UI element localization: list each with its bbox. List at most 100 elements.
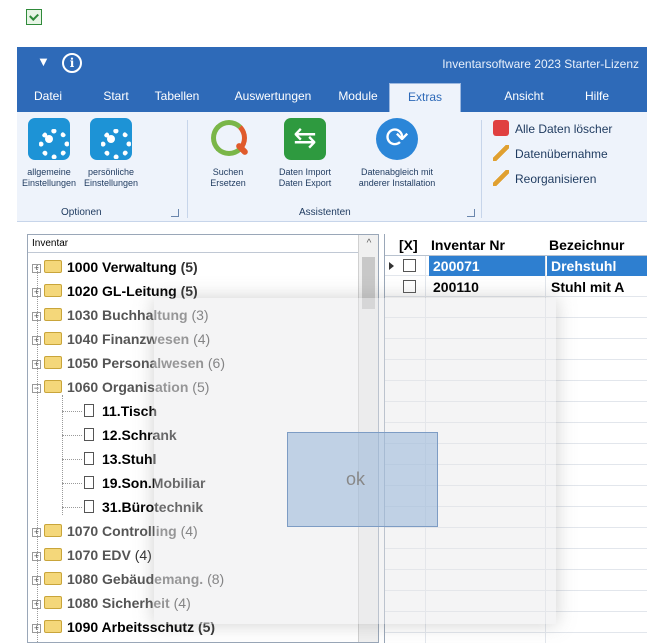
button-label: Suchen	[212, 167, 244, 177]
dropdown-arrow-icon[interactable]: ▼	[37, 54, 50, 69]
tree-item-stuhl[interactable]: 13.Stuhl	[84, 447, 156, 471]
button-label: persönliche	[87, 167, 135, 177]
window-titlebar	[0, 0, 647, 46]
grid-header: [X] Inventar Nr Bezeichnur	[385, 234, 647, 256]
folder-icon	[44, 284, 62, 297]
menu-bar: Datei Start Tabellen Auswertungen Module…	[17, 80, 647, 112]
folder-icon	[44, 332, 62, 345]
folder-icon	[44, 548, 62, 561]
quick-access-bar: ▼ i Inventarsoftware 2023 Starter-Lizenz	[17, 47, 647, 80]
personal-settings-button[interactable]: persönliche Einstellungen	[79, 118, 143, 189]
gear-icon	[28, 118, 70, 160]
expand-icon[interactable]: +	[32, 576, 41, 585]
general-settings-button[interactable]: allgemeine Einstellungen	[17, 118, 81, 189]
cell-bezeichnung[interactable]: Drehstuhl	[547, 256, 647, 276]
expand-icon[interactable]: +	[32, 528, 41, 537]
data-import-export-button[interactable]: Daten Import Daten Export	[267, 118, 343, 189]
tree-header[interactable]: Inventar	[28, 235, 358, 253]
cell-bezeichnung[interactable]: Stuhl mit A	[547, 277, 647, 297]
group-label-optionen: Optionen	[61, 207, 102, 218]
data-takeover-button[interactable]: Datenübernahme	[493, 145, 608, 165]
assistenten-launcher-icon[interactable]	[467, 209, 475, 217]
menu-module[interactable]: Module	[334, 80, 382, 112]
document-icon	[84, 476, 94, 489]
button-label: Einstellungen	[83, 178, 139, 188]
column-header-nr[interactable]: Inventar Nr	[431, 234, 505, 256]
tree-connector	[62, 435, 82, 436]
sync-icon	[376, 118, 418, 160]
expand-icon[interactable]: +	[32, 312, 41, 321]
table-row[interactable]: 200110 Stuhl mit A	[385, 277, 647, 297]
menu-start[interactable]: Start	[99, 80, 133, 112]
row-checkbox[interactable]	[403, 280, 416, 293]
info-icon[interactable]: i	[62, 53, 82, 73]
button-label: Reorganisieren	[515, 172, 597, 186]
button-label: Einstellungen	[21, 178, 77, 188]
tree-item-count: (5)	[180, 283, 198, 299]
pencil-icon	[493, 170, 509, 186]
exchange-icon	[284, 118, 326, 160]
button-label: anderer Installation	[358, 178, 436, 188]
tree-item-count: (4)	[134, 547, 152, 563]
document-icon	[84, 428, 94, 441]
delete-all-button[interactable]: Alle Daten löscher	[493, 120, 612, 140]
group-separator	[187, 120, 188, 218]
menu-ansicht[interactable]: Ansicht	[502, 80, 546, 112]
expand-icon[interactable]: +	[32, 288, 41, 297]
document-icon	[84, 500, 94, 513]
document-icon	[84, 404, 94, 417]
button-label: Alle Daten löscher	[515, 122, 613, 136]
tree-connector	[62, 459, 82, 460]
expand-icon[interactable]: +	[32, 600, 41, 609]
menu-auswertungen[interactable]: Auswertungen	[231, 80, 315, 112]
folder-icon	[44, 356, 62, 369]
button-label: Ersetzen	[210, 178, 246, 188]
data-sync-button[interactable]: Datenabgleich mit anderer Installation	[351, 118, 443, 189]
expand-icon[interactable]: +	[32, 360, 41, 369]
scroll-up-icon[interactable]: ^	[359, 235, 378, 253]
delete-icon	[493, 120, 509, 136]
reorganize-button[interactable]: Reorganisieren	[493, 170, 596, 190]
tree-item-1070-edv[interactable]: +1070 EDV (4)	[32, 543, 152, 567]
app-check-icon[interactable]	[26, 9, 42, 25]
column-header-check[interactable]: [X]	[399, 234, 418, 256]
folder-icon	[44, 308, 62, 321]
tree-item-1000[interactable]: +1000 Verwaltung (5)	[32, 255, 198, 279]
tree-item-tisch[interactable]: 11.Tisch	[84, 399, 157, 423]
menu-tabellen[interactable]: Tabellen	[151, 80, 203, 112]
row-checkbox[interactable]	[403, 259, 416, 272]
folder-icon	[44, 572, 62, 585]
menu-extras[interactable]: Extras	[389, 83, 461, 112]
pencil-icon	[493, 145, 509, 161]
search-replace-icon	[207, 118, 249, 160]
tree-item-label: 11.Tisch	[102, 403, 158, 419]
expand-icon[interactable]: +	[32, 552, 41, 561]
cell-inventar-nr[interactable]: 200110	[429, 277, 545, 297]
row-indicator-icon	[389, 262, 394, 270]
menu-datei[interactable]: Datei	[29, 80, 67, 112]
button-label: Datenübernahme	[515, 147, 608, 161]
group-label-assistenten: Assistenten	[299, 207, 351, 218]
expand-icon[interactable]: +	[32, 264, 41, 273]
cell-inventar-nr[interactable]: 200071	[429, 256, 545, 276]
optionen-launcher-icon[interactable]	[171, 209, 179, 217]
tree-connector	[62, 395, 63, 515]
search-replace-button[interactable]: Suchen Ersetzen	[197, 118, 259, 189]
tree-connector	[62, 507, 82, 508]
table-row[interactable]: 200071 Drehstuhl	[385, 256, 647, 276]
expand-icon[interactable]: +	[32, 336, 41, 345]
tree-connector	[62, 483, 82, 484]
expand-icon[interactable]: +	[32, 624, 41, 633]
folder-icon	[44, 260, 62, 273]
menu-hilfe[interactable]: Hilfe	[582, 80, 612, 112]
button-label: Daten Export	[278, 178, 332, 188]
column-header-bezeichnung[interactable]: Bezeichnur	[549, 234, 624, 256]
tree-connector	[62, 411, 82, 412]
button-label: Datenabgleich mit	[360, 167, 434, 177]
window-title: Inventarsoftware 2023 Starter-Lizenz	[442, 57, 639, 71]
collapse-icon[interactable]: −	[32, 384, 41, 393]
button-label: allgemeine	[27, 167, 71, 177]
tree-item-label: 1070 EDV	[67, 547, 131, 563]
folder-open-icon	[44, 380, 62, 393]
tree-item-count: (5)	[180, 259, 198, 275]
